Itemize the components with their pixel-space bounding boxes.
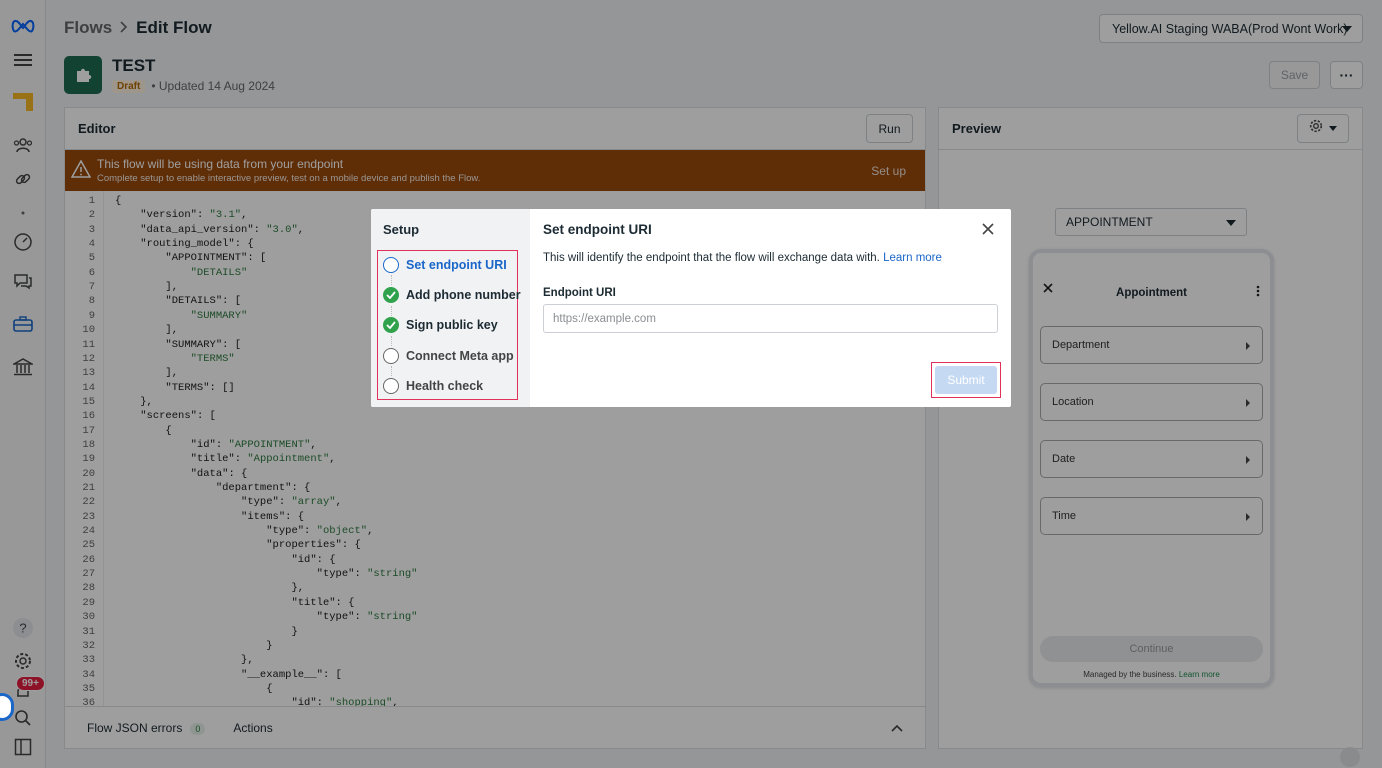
step-label: Add phone number <box>406 288 521 302</box>
step-set-endpoint-uri[interactable]: Set endpoint URI <box>383 255 507 275</box>
step-connector <box>391 336 392 346</box>
step-label: Health check <box>406 379 484 393</box>
step-pending-icon <box>383 378 399 394</box>
check-circle-icon <box>383 287 399 303</box>
step-pending-icon <box>383 257 399 273</box>
step-connector <box>391 366 392 376</box>
step-label: Sign public key <box>406 318 498 332</box>
setup-modal: Setup Set endpoint URI Add phone number … <box>371 209 1011 407</box>
modal-title: Set endpoint URI <box>543 222 652 237</box>
modal-description: This will identify the endpoint that the… <box>543 252 942 264</box>
step-label: Set endpoint URI <box>406 258 507 272</box>
step-add-phone-number[interactable]: Add phone number <box>383 285 521 305</box>
setup-steps-sidebar: Setup Set endpoint URI Add phone number … <box>371 209 530 407</box>
step-connector <box>391 275 392 285</box>
description-text: This will identify the endpoint that the… <box>543 252 880 264</box>
close-icon[interactable] <box>981 222 995 241</box>
step-pending-icon <box>383 348 399 364</box>
setup-content: Set endpoint URI This will identify the … <box>530 209 1011 407</box>
learn-more-link[interactable]: Learn more <box>883 252 942 264</box>
step-sign-public-key[interactable]: Sign public key <box>383 315 498 335</box>
submit-button[interactable]: Submit <box>935 366 997 394</box>
step-connect-meta-app[interactable]: Connect Meta app <box>383 346 514 366</box>
check-circle-icon <box>383 317 399 333</box>
step-health-check[interactable]: Health check <box>383 376 483 396</box>
endpoint-uri-input[interactable] <box>543 304 998 333</box>
setup-steps-title: Setup <box>383 222 420 237</box>
step-label: Connect Meta app <box>406 349 514 363</box>
endpoint-uri-label: Endpoint URI <box>543 287 616 299</box>
